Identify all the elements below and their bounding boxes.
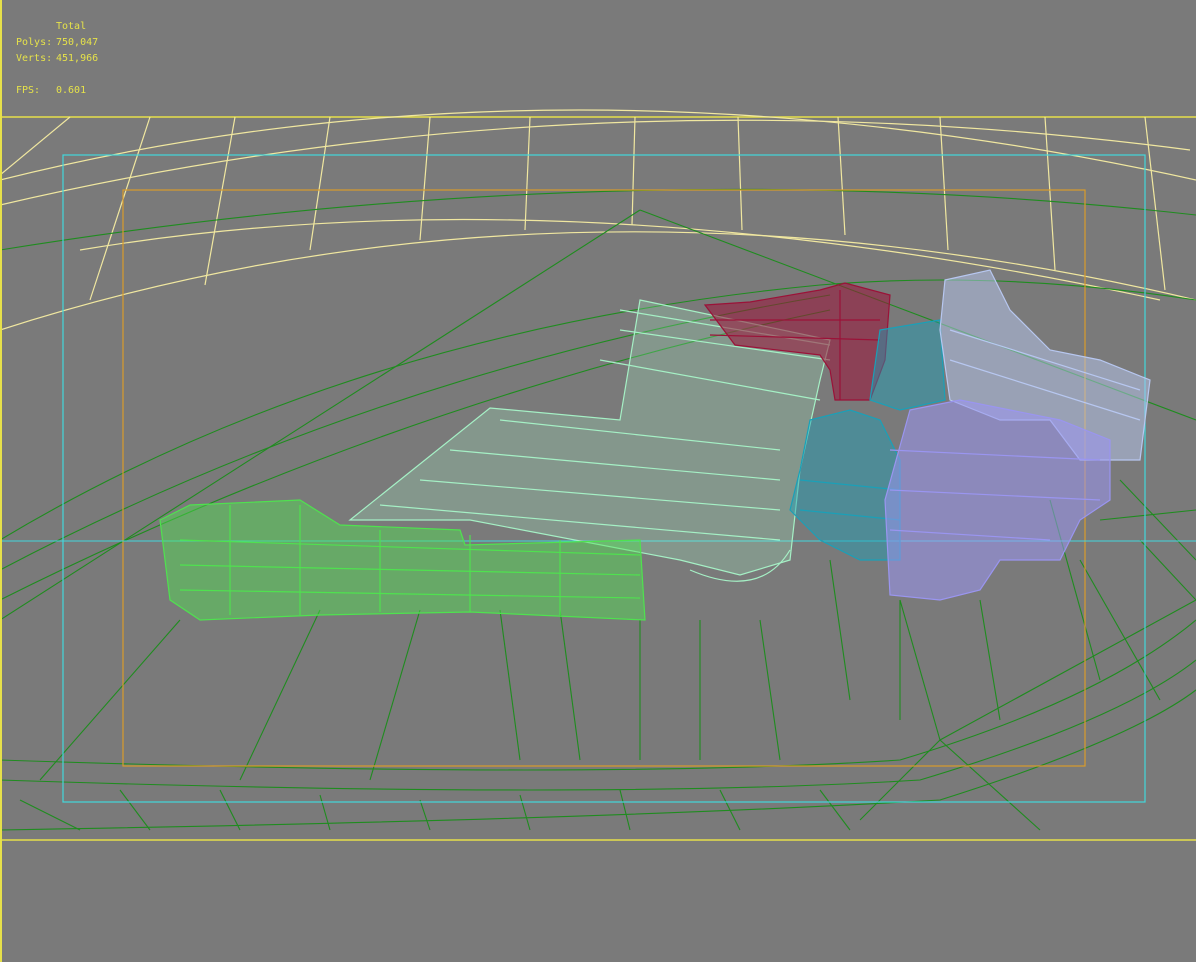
viewport-left-border [0, 0, 2, 962]
fps-value: 0.601 [56, 85, 87, 96]
polys-label: Polys: [16, 37, 53, 48]
wireframe-viewport[interactable] [0, 0, 1196, 962]
polys-value: 750,047 [56, 37, 99, 48]
verts-value: 451,966 [56, 53, 99, 64]
stats-heading: Total [56, 21, 87, 32]
fps-label: FPS: [16, 85, 41, 96]
verts-label: Verts: [16, 53, 53, 64]
